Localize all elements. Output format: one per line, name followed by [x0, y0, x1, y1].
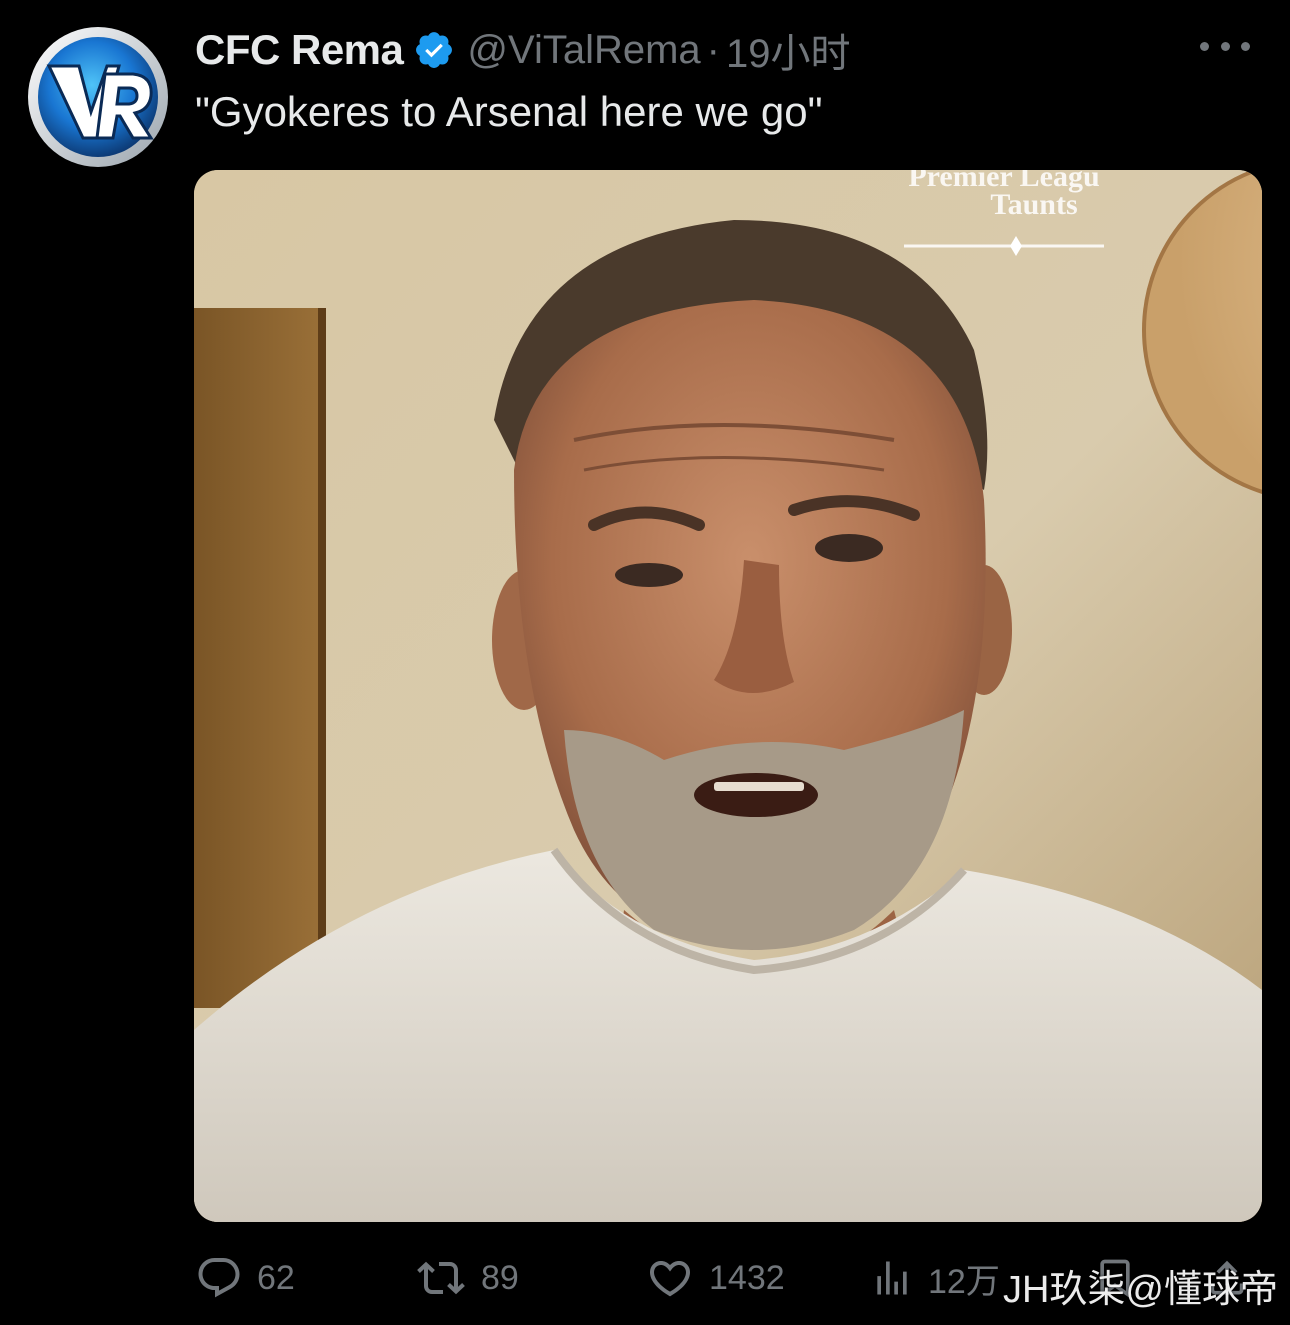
tweet-header: CFC Rema @ViTalRema · 19小时: [195, 22, 851, 78]
vr-logo-avatar-icon: [28, 27, 168, 167]
views-icon: [877, 1261, 907, 1295]
reply-button[interactable]: 62: [195, 1248, 295, 1308]
like-button[interactable]: 1432: [645, 1248, 785, 1308]
author-avatar[interactable]: [27, 26, 169, 168]
views-button[interactable]: 12万: [870, 1248, 1000, 1308]
reply-icon: [198, 1258, 240, 1298]
more-options-icon[interactable]: [1200, 34, 1250, 58]
tweet[interactable]: CFC Rema @ViTalRema · 19小时 "Gyokeres to …: [0, 0, 1290, 1325]
author-handle[interactable]: @ViTalRema: [467, 28, 700, 73]
source-watermark: JH玖柒@懂球帝: [1002, 1269, 1278, 1311]
heart-icon: [649, 1261, 691, 1297]
retweet-icon: [417, 1261, 465, 1295]
tweet-media-photo[interactable]: Premier Leagu Taunts: [194, 170, 1262, 1222]
tweet-timestamp[interactable]: 19小时: [726, 21, 851, 79]
retweet-button[interactable]: 89: [415, 1248, 519, 1308]
reply-count: 62: [257, 1258, 295, 1297]
author-display-name[interactable]: CFC Rema: [195, 26, 404, 74]
media-overlay-title: Taunts: [990, 188, 1078, 221]
tweet-text: "Gyokeres to Arsenal here we go": [195, 88, 823, 135]
like-count: 1432: [709, 1258, 785, 1297]
views-count: 12万: [928, 1262, 1000, 1301]
retweet-count: 89: [481, 1258, 519, 1297]
verified-badge-icon: [416, 32, 453, 68]
header-separator: ·: [706, 27, 720, 72]
media-photo-illustration: [194, 170, 1262, 1222]
